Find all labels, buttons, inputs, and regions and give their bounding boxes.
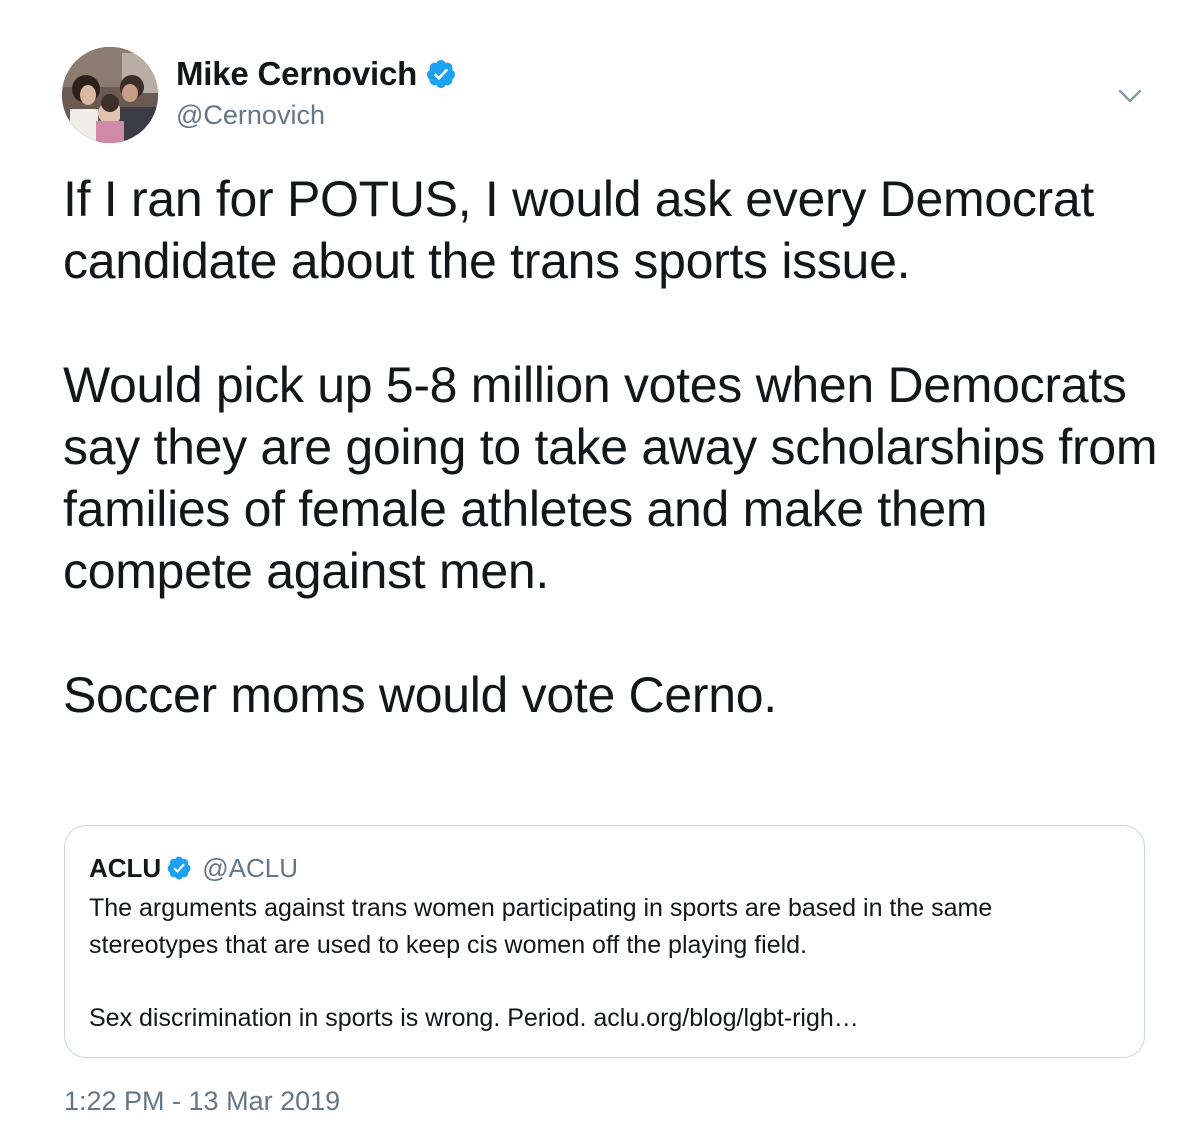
quoted-tweet-body: The arguments against trans women partic… <box>89 890 1119 1037</box>
tweet-paragraph: Soccer moms would vote Cerno. <box>63 667 777 723</box>
tweet-timestamp[interactable]: 1:22 PM - 13 Mar 2019 <box>64 1086 340 1117</box>
verified-badge-icon <box>166 855 192 881</box>
tweet-paragraph: Would pick up 5-8 million votes when Dem… <box>63 357 1171 599</box>
verified-badge-icon <box>425 58 457 90</box>
tweet-text: If I ran for POTUS, I would ask every De… <box>63 168 1173 726</box>
quoted-tweet-paragraph: The arguments against trans women partic… <box>89 894 993 959</box>
avatar-photo <box>62 47 158 143</box>
tweet: Mike Cernovich @Cernovich If I ran for P… <box>0 0 1200 1140</box>
quoted-author-name: ACLU <box>89 852 162 883</box>
quoted-tweet-header: ACLU @ACLU <box>89 852 298 884</box>
author-display-name[interactable]: Mike Cernovich <box>176 55 417 93</box>
chevron-down-icon[interactable] <box>1114 82 1146 110</box>
quoted-tweet-paragraph: Sex discrimination in sports is wrong. P… <box>89 1004 859 1032</box>
avatar[interactable] <box>62 47 158 143</box>
quoted-author-handle: @ACLU <box>202 852 298 883</box>
tweet-paragraph: If I ran for POTUS, I would ask every De… <box>63 171 1108 289</box>
quoted-tweet-card[interactable]: ACLU @ACLU The arguments against trans w… <box>64 825 1145 1058</box>
author-name-row[interactable]: Mike Cernovich <box>176 54 457 94</box>
author-handle[interactable]: @Cernovich <box>176 100 325 131</box>
